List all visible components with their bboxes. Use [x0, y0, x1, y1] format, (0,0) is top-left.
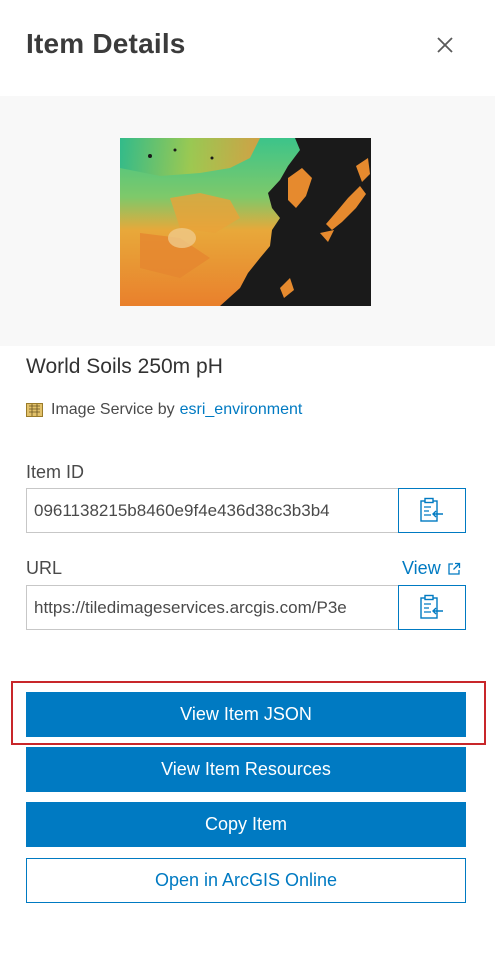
- external-link-icon: [448, 562, 460, 575]
- owner-link[interactable]: esri_environment: [180, 401, 303, 419]
- open-in-arcgis-online-button[interactable]: Open in ArcGIS Online: [26, 858, 466, 903]
- item-name: World Soils 250m pH: [26, 355, 223, 378]
- panel-header: Item Details: [0, 0, 495, 96]
- copy-item-button[interactable]: Copy Item: [26, 802, 466, 847]
- item-thumbnail: [120, 138, 371, 306]
- clipboard-copy-icon: [420, 594, 443, 619]
- thumbnail-area: [0, 96, 495, 346]
- image-service-icon: [26, 403, 43, 417]
- item-type-line: Image Service by esri_environment: [26, 401, 302, 419]
- copy-url-button[interactable]: [398, 585, 466, 630]
- view-item-resources-button[interactable]: View Item Resources: [26, 747, 466, 792]
- panel-title: Item Details: [26, 28, 186, 59]
- url-label: URL: [26, 558, 63, 578]
- view-url-link[interactable]: View: [402, 558, 461, 579]
- view-item-json-button[interactable]: View Item JSON: [26, 692, 466, 737]
- item-id-field[interactable]: 0961138215b8460e9f4e436d38c3b3b4: [26, 488, 399, 533]
- item-id-label: Item ID: [26, 462, 85, 482]
- item-type-label: Image Service by: [51, 401, 175, 418]
- copy-item-id-button[interactable]: [398, 488, 466, 533]
- close-icon: [437, 37, 453, 53]
- close-button[interactable]: [430, 30, 460, 60]
- view-link-label: View: [402, 558, 441, 578]
- clipboard-copy-icon: [420, 497, 443, 522]
- url-field[interactable]: https://tiledimageservices.arcgis.com/P3…: [26, 585, 399, 630]
